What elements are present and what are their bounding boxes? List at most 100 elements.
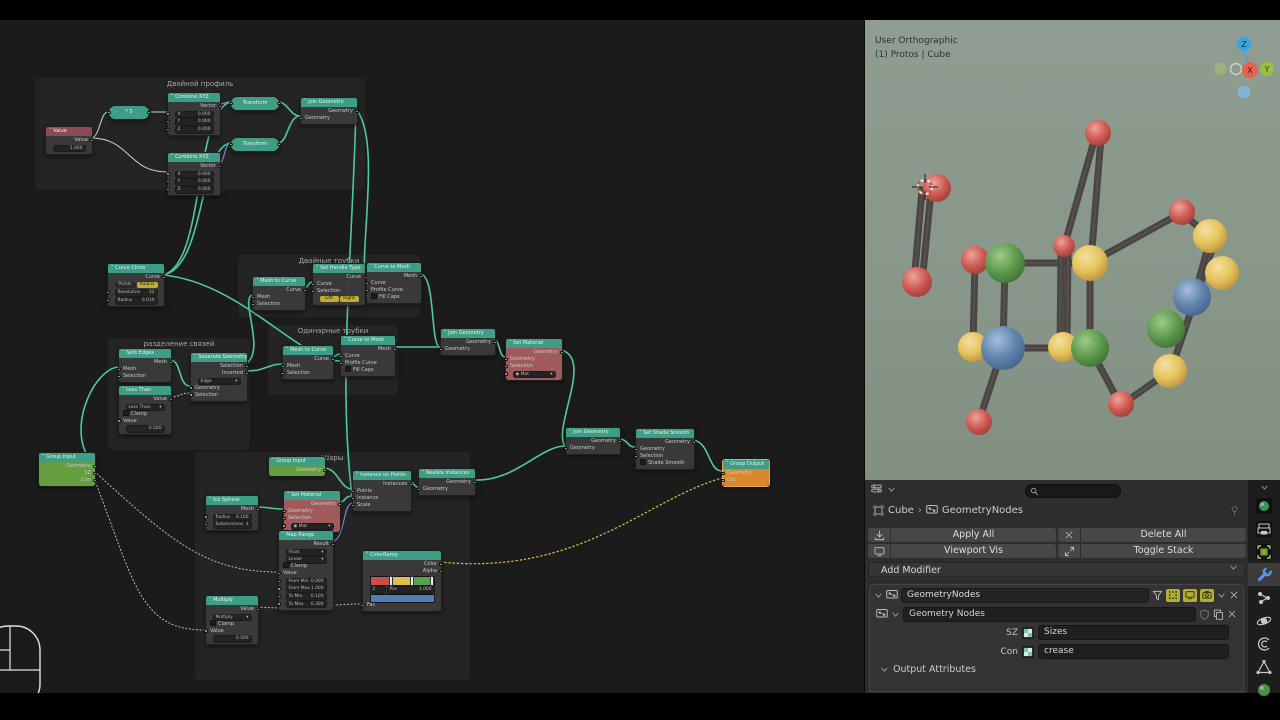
input-socket[interactable] (277, 571, 281, 576)
output-socket[interactable] (355, 109, 359, 114)
output-socket[interactable] (409, 482, 413, 487)
3d-viewport[interactable]: User Orthographic (1) Protos | Cube Z X … (865, 20, 1280, 480)
node-field[interactable]: Radius 0.010 (114, 296, 158, 305)
checkbox[interactable] (345, 366, 351, 372)
output-socket[interactable] (169, 360, 173, 365)
particles-tab[interactable] (1248, 586, 1280, 609)
node-curve-to-mesh-2[interactable]: ˅ Curve to Mesh Mesh Curve Profile Curve Fil… (339, 335, 397, 377)
input-socket[interactable] (166, 172, 170, 176)
output-socket[interactable] (393, 347, 397, 352)
fake-user-shield-icon[interactable] (1199, 609, 1210, 620)
output-socket[interactable] (618, 439, 622, 444)
chevron-down-icon[interactable] (1217, 591, 1226, 600)
node-group-input-2[interactable]: ˅ Group Input Geometry (268, 456, 327, 477)
node-instance-on-points[interactable]: ˅ Instance on Points Instances Points Insta… (351, 470, 413, 512)
ramp-index-field[interactable]: 2 (369, 586, 386, 594)
input-socket[interactable] (251, 295, 255, 300)
input-socket[interactable] (204, 629, 208, 633)
output-socket[interactable] (90, 138, 94, 143)
input-socket[interactable] (299, 116, 303, 121)
constraints-tab[interactable] (1248, 632, 1280, 655)
funnel-icon[interactable] (1152, 590, 1163, 601)
colorramp-gradient[interactable] (369, 576, 435, 586)
breadcrumb-object[interactable]: Cube (888, 505, 914, 516)
chevron-down-icon[interactable] (1248, 480, 1280, 494)
view-layer-tab[interactable] (1248, 540, 1280, 563)
input-socket[interactable] (504, 357, 508, 362)
node-set-material-2[interactable]: ˅ Set Material Geometry Geometry Selection ◉… (282, 490, 342, 533)
nodetree-browse-icon[interactable] (876, 608, 888, 620)
input-socket[interactable] (166, 187, 170, 191)
output-socket[interactable] (493, 340, 497, 345)
input-socket[interactable] (281, 364, 285, 369)
input-socket[interactable] (166, 179, 170, 184)
output-socket[interactable] (338, 502, 342, 507)
input-socket[interactable] (439, 347, 443, 352)
chevron-down-icon[interactable] (891, 610, 900, 619)
modifier-tab[interactable] (1248, 563, 1280, 586)
chevron-down-icon[interactable] (874, 591, 883, 600)
viewport-vis-button[interactable]: Viewport Vis (868, 544, 1056, 558)
input-socket[interactable] (351, 496, 355, 501)
input-socket[interactable] (117, 419, 121, 423)
input-socket[interactable] (277, 587, 281, 591)
input-socket[interactable] (166, 119, 170, 124)
input-socket[interactable] (281, 371, 285, 376)
node-join-geometry-3[interactable]: ˅ Join Geometry Geometry Geometry (564, 427, 622, 455)
pin-icon[interactable] (1229, 505, 1240, 516)
node-split-edges[interactable]: ˅ Split Edges Mesh Mesh Selection (117, 348, 173, 383)
input-socket[interactable] (721, 471, 725, 476)
output-socket[interactable] (93, 464, 97, 469)
material-field[interactable]: ◉ Mat ▾ (512, 370, 556, 379)
node-field[interactable]: 0.500 (125, 425, 165, 433)
input-socket[interactable] (282, 509, 286, 514)
node-math-multiply[interactable]: ˅ Multiply Value Multiply ▾ Clamp Value 0.500 (204, 595, 260, 646)
node-set-material-1[interactable]: ˅ Set Material Geometry Geometry Selection ◉… (504, 338, 564, 381)
node-realize-instances[interactable]: ˅ Realize Instances Geometry Geometry (417, 468, 477, 496)
node-transform-2[interactable]: Transform (229, 137, 281, 152)
input-socket[interactable] (166, 112, 170, 116)
checkbox[interactable] (123, 409, 129, 416)
toggle-stack-button[interactable]: Toggle Stack (1058, 544, 1246, 558)
node-join-geometry-2[interactable]: ˅ Join Geometry Geometry Geometry (439, 328, 497, 356)
input-socket[interactable] (339, 361, 343, 366)
add-modifier-button[interactable]: Add Modifier (868, 562, 1245, 577)
output-socket[interactable] (473, 480, 477, 485)
input-socket[interactable] (564, 446, 568, 451)
input-socket[interactable] (504, 372, 508, 376)
node-ico-sphere[interactable]: ˅ Ico Sphere Mesh Radius 0.100 Subdivisions 3 (204, 495, 260, 532)
node-toggle-buttons[interactable]: Left Right (319, 295, 359, 302)
node-field[interactable]: 1.000 (52, 144, 86, 153)
node-combine-xyz-1[interactable]: ˅ Combine XYZ Vector X 0.000 Y 0.000 Z 0.000 (166, 92, 222, 136)
node-set-shade-smooth[interactable]: ˅ Set Shade Smooth Geometry Geometry Select… (634, 428, 696, 470)
input-socket[interactable] (229, 101, 233, 105)
node-field[interactable]: 0.500 (212, 635, 252, 643)
attribute-toggle-icon[interactable] (1022, 626, 1034, 639)
node-field[interactable]: To Max 0.300 (285, 600, 327, 609)
input-socket[interactable] (351, 503, 355, 508)
node-curve-circle[interactable]: ˅ Curve Circle Curve Points Radius Resolutio… (106, 263, 166, 307)
input-socket[interactable] (365, 288, 369, 293)
output-socket[interactable] (93, 478, 97, 483)
node-join-geometry-1[interactable]: ˅ Join Geometry Geometry Geometry (299, 97, 359, 125)
material-tab[interactable] (1248, 678, 1280, 701)
input-socket[interactable] (311, 289, 315, 294)
output-socket[interactable] (245, 364, 249, 369)
input-socket[interactable] (351, 489, 355, 494)
input-socket[interactable] (282, 516, 286, 521)
output-socket[interactable] (277, 101, 281, 105)
physics-tab[interactable] (1248, 609, 1280, 632)
close-icon[interactable] (1227, 609, 1237, 619)
node-toggle-buttons[interactable]: Points Radius (114, 281, 158, 288)
input-socket[interactable] (204, 515, 208, 519)
output-socket[interactable] (303, 288, 307, 293)
output-socket[interactable] (93, 471, 97, 476)
editor-separator[interactable] (864, 20, 865, 693)
apply-all-button[interactable]: Apply All (868, 528, 1056, 542)
output-socket[interactable] (245, 371, 249, 376)
node-transform-1[interactable]: Transform (229, 96, 281, 111)
output-attributes-header[interactable]: Output Attributes (870, 661, 1243, 677)
ramp-pos-field[interactable]: Pos 1.000 (386, 586, 435, 594)
input-socket[interactable] (721, 478, 725, 483)
node-map-range[interactable]: ˅ Map Range Result Float ▾ Linear ▾ Clamp Value… (277, 530, 335, 611)
